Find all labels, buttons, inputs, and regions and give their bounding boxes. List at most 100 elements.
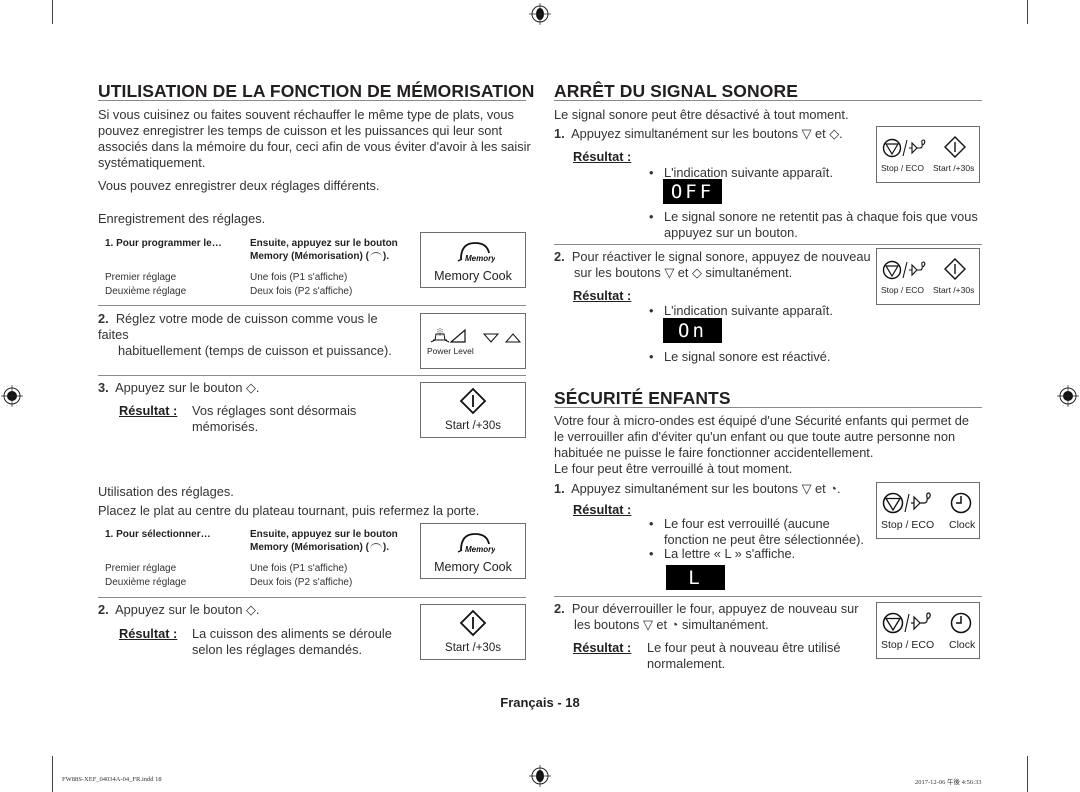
row-setting: Deuxième réglage xyxy=(105,577,187,588)
memory-cook-button[interactable]: Memory Memory Cook xyxy=(420,232,526,288)
result-label: Résultat : xyxy=(119,626,178,641)
memory-icon: Memory xyxy=(457,533,495,554)
beep-intro: Le signal sonore peut être désactivé à t… xyxy=(554,107,849,122)
step-text: sur les boutons xyxy=(574,265,661,280)
display-off: OFF xyxy=(663,179,722,204)
bullet-icon: • xyxy=(649,349,654,364)
step-3-instruction: 3. Appuyez sur le bouton ◇. xyxy=(98,380,259,396)
step-number: 1. xyxy=(554,481,565,496)
step-text: Appuyez simultanément sur les boutons xyxy=(571,481,799,496)
bullet-icon: • xyxy=(649,546,654,561)
start-icon xyxy=(459,609,487,637)
step-2-instruction: 2. Réglez votre mode de cuisson comme vo… xyxy=(98,311,408,359)
intro-line: systématiquement. xyxy=(98,155,206,170)
result-text: La cuisson des aliments se déroule selon… xyxy=(192,626,392,658)
clock-mini-icon: ◔ xyxy=(829,481,837,496)
memory-intro: Si vous cuisinez ou faites souvent récha… xyxy=(98,107,538,171)
beep-step-1: 1. Appuyez simultanément sur les boutons… xyxy=(554,126,843,142)
step-text: et xyxy=(677,265,689,280)
power-level-label: Power Level xyxy=(427,346,474,356)
step-number: 2. xyxy=(554,249,565,264)
bullet-icon: • xyxy=(649,516,654,531)
intro-line: Si vous cuisinez ou faites souvent récha… xyxy=(98,107,514,122)
divider xyxy=(554,596,982,597)
start-icon xyxy=(944,258,966,280)
step-2-use-instruction: 2. Appuyez sur le bouton ◇. xyxy=(98,602,259,618)
print-file-name: FW88S-XEF_04034A-04_FR.indd 18 xyxy=(62,776,162,783)
child-step-1: 1. Appuyez simultanément sur les boutons… xyxy=(554,481,841,497)
record-col2-header: Ensuite, appuyez sur le bouton Memory (M… xyxy=(250,238,398,263)
table-row: Deux fois (P2 s'affiche) xyxy=(250,286,352,299)
registration-mark-icon xyxy=(529,3,551,25)
stop-mini-icon: ▽ xyxy=(643,617,653,632)
select-col2-header: Ensuite, appuyez sur le bouton Memory (M… xyxy=(250,529,398,554)
arrow-up-icon[interactable] xyxy=(505,332,521,344)
table-row: Premier réglage xyxy=(105,272,176,285)
use-instruction: Placez le plat au centre du plateau tour… xyxy=(98,503,480,518)
start-mini-icon: ◇ xyxy=(246,602,256,617)
beep-step-2: 2. Pour réactiver le signal sonore, appu… xyxy=(554,249,874,281)
header-text: ). xyxy=(382,250,390,262)
intro-line: associés dans la mémoire du four, ceci a… xyxy=(98,139,531,154)
step-text: . xyxy=(836,481,841,496)
stop-start-buttons[interactable]: Stop / ECO Start /+30s xyxy=(876,248,980,305)
header-line: Ensuite, appuyez sur le bouton xyxy=(250,238,398,249)
step-text: et xyxy=(814,126,826,141)
start-label: Start /+30s xyxy=(933,163,975,173)
registration-mark-icon xyxy=(1,385,23,407)
memory-cook-label: Memory Cook xyxy=(434,560,512,574)
crop-mark xyxy=(1027,756,1028,792)
table-row: Une fois (P1 s'affiche) xyxy=(250,563,347,576)
bullet-text: Le signal sonore est réactivé. xyxy=(664,349,831,364)
clock-mini-icon: ◔ xyxy=(670,617,679,632)
bullet-line: Le four est verrouillé (aucune xyxy=(664,516,830,531)
start-label: Start /+30s xyxy=(445,642,501,654)
memory-mini-icon xyxy=(369,251,382,260)
stop-eco-icon xyxy=(882,138,926,158)
result-label: Résultat : xyxy=(573,640,632,655)
step-text: les boutons xyxy=(574,617,640,632)
power-level-button[interactable]: Power Level xyxy=(420,313,526,369)
step-number: 2. xyxy=(98,602,109,617)
use-heading: Utilisation des réglages. xyxy=(98,484,234,499)
result-line: mémorisés. xyxy=(192,419,259,434)
crop-mark xyxy=(1027,0,1028,24)
start-mini-icon: ◇ xyxy=(246,380,256,395)
intro-line: pouvez enregistrer les temps de cuisson … xyxy=(98,123,503,138)
stop-mini-icon: ▽ xyxy=(664,265,675,280)
bullet-icon: • xyxy=(649,303,654,318)
svg-text:Memory: Memory xyxy=(465,545,495,554)
result-text: Vos réglages sont désormais mémorisés. xyxy=(192,403,356,435)
stop-eco-icon xyxy=(882,612,931,634)
stop-start-buttons[interactable]: Stop / ECO Start /+30s xyxy=(876,126,980,183)
select-col1-header: 1. Pour sélectionner… xyxy=(105,529,211,540)
table-row: Une fois (P1 s'affiche) xyxy=(250,272,347,285)
row-action: Deux fois (P2 s'affiche) xyxy=(250,577,353,588)
display-lock: L xyxy=(666,565,725,590)
bullet-icon: • xyxy=(649,209,654,224)
stop-clock-buttons[interactable]: Stop / ECO Clock xyxy=(876,482,980,539)
divider xyxy=(98,375,526,376)
step-text: Appuyez sur le bouton xyxy=(115,380,243,395)
clock-label: Clock xyxy=(949,639,976,651)
record-col1-header: 1. Pour programmer le… xyxy=(105,238,222,249)
arrow-down-icon[interactable] xyxy=(483,332,499,344)
clock-icon xyxy=(950,492,972,514)
intro-line: le verrouiller afin d'éviter qu'un enfan… xyxy=(554,429,956,444)
section-title-beep: ARRÊT DU SIGNAL SONORE xyxy=(554,81,798,101)
row-action: Une fois (P1 s'affiche) xyxy=(250,563,348,574)
memory-cook-button[interactable]: Memory Memory Cook xyxy=(420,523,526,579)
step-text: et xyxy=(814,481,826,496)
start-mini-icon: ◇ xyxy=(692,265,702,280)
bullet-text: Le signal sonore ne retentit pas à chaqu… xyxy=(664,209,978,241)
stop-clock-buttons[interactable]: Stop / ECO Clock xyxy=(876,602,980,659)
header-line: Ensuite, appuyez sur le bouton xyxy=(250,529,398,540)
page-number: Français - 18 xyxy=(500,695,580,710)
print-datetime: 2017-12-06 午後 4:56:33 xyxy=(915,779,982,786)
two-settings-text: Vous pouvez enregistrer deux réglages di… xyxy=(98,178,380,193)
header-line: Memory (Mémorisation) (). xyxy=(250,251,398,264)
bullet-text: L'indication suivante apparaît. xyxy=(664,303,833,318)
start-button[interactable]: Start /+30s xyxy=(420,382,526,438)
stop-eco-label: Stop / ECO xyxy=(881,519,935,531)
start-button[interactable]: Start /+30s xyxy=(420,604,526,660)
